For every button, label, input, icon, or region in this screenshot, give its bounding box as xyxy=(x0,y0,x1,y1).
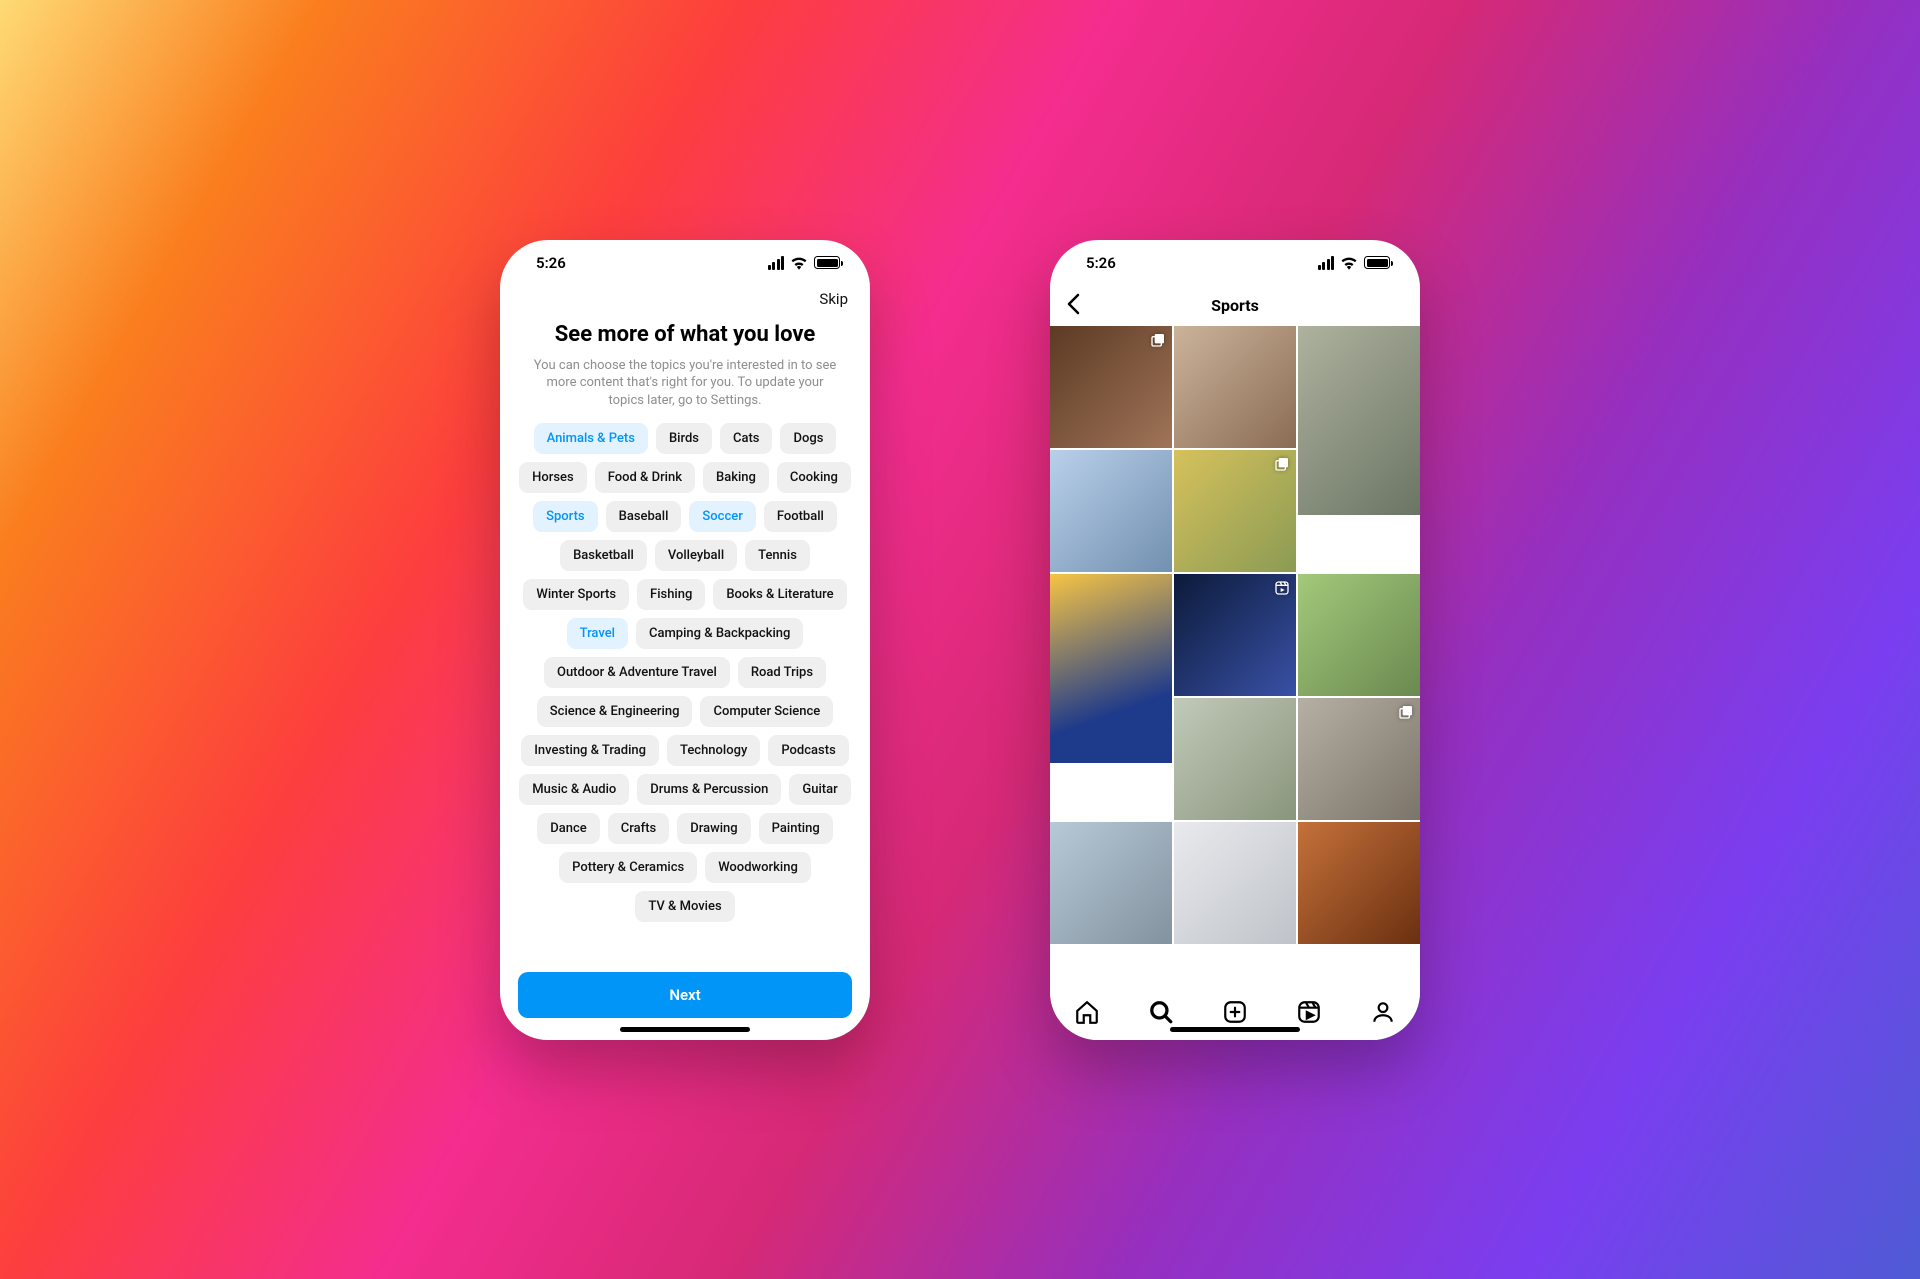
explore-tile-trophy-blue[interactable] xyxy=(1174,574,1296,696)
topic-chip[interactable]: Basketball xyxy=(560,540,647,571)
home-indicator xyxy=(620,1027,750,1032)
topic-chip[interactable]: Books & Literature xyxy=(713,579,846,610)
topic-chip[interactable]: Guitar xyxy=(789,774,850,805)
page-subtitle: You can choose the topics you're interes… xyxy=(530,357,840,410)
phone-sports-feed: 5:26 Sports xyxy=(1050,240,1420,1040)
topic-chip[interactable]: Drawing xyxy=(677,813,750,844)
explore-tile-stretch-building[interactable] xyxy=(1298,326,1420,515)
topic-chip[interactable]: Investing & Trading xyxy=(521,735,659,766)
topic-chip[interactable]: Dogs xyxy=(780,423,836,454)
tab-create[interactable] xyxy=(1222,999,1248,1025)
explore-tile-skateboard-brick[interactable] xyxy=(1174,326,1296,448)
topic-chip[interactable]: Football xyxy=(764,501,837,532)
topic-chip[interactable]: Camping & Backpacking xyxy=(636,618,803,649)
topic-chip[interactable]: Fishing xyxy=(637,579,705,610)
explore-tile-leap-trees[interactable] xyxy=(1298,698,1420,820)
feed-header: Sports xyxy=(1050,286,1420,326)
explore-tile-drive-basketball[interactable] xyxy=(1174,698,1296,820)
wifi-icon xyxy=(1340,256,1358,270)
topic-chip[interactable]: Podcasts xyxy=(768,735,848,766)
status-bar: 5:26 xyxy=(1050,240,1420,286)
wifi-icon xyxy=(790,256,808,270)
page-title: See more of what you love xyxy=(518,322,852,347)
feed-title: Sports xyxy=(1211,296,1259,315)
topic-chip[interactable]: Science & Engineering xyxy=(537,696,693,727)
status-indicators xyxy=(768,256,841,270)
carousel-icon xyxy=(1398,704,1414,724)
topic-chip[interactable]: Winter Sports xyxy=(523,579,629,610)
topic-chip[interactable]: Baking xyxy=(703,462,769,493)
tab-reels[interactable] xyxy=(1296,999,1322,1025)
topic-chips: Animals & Pets Birds CatsDogs Horses Food & … xyxy=(518,423,852,922)
topic-chip[interactable]: Food & Drink xyxy=(595,462,695,493)
battery-icon xyxy=(814,256,840,269)
reel-icon xyxy=(1274,580,1290,600)
topic-chip[interactable]: Crafts xyxy=(608,813,669,844)
signal-icon xyxy=(768,256,785,270)
explore-tile-grass-yellow[interactable] xyxy=(1174,450,1296,572)
topic-chip[interactable]: Dance xyxy=(537,813,599,844)
topic-chip[interactable]: Painting xyxy=(759,813,833,844)
topic-chip[interactable]: Woodworking xyxy=(705,852,811,883)
topic-chip[interactable]: Tennis xyxy=(745,540,810,571)
topic-chip[interactable]: Sports xyxy=(533,501,598,532)
explore-grid xyxy=(1050,326,1420,944)
status-bar: 5:26 xyxy=(500,240,870,286)
explore-tile-soccer-juggle[interactable] xyxy=(1050,574,1172,763)
topic-chip[interactable]: Music & Audio xyxy=(519,774,629,805)
battery-icon xyxy=(1364,256,1390,269)
carousel-icon xyxy=(1274,456,1290,476)
topic-chip[interactable]: Drums & Percussion xyxy=(637,774,781,805)
topic-chip[interactable]: Pottery & Ceramics xyxy=(559,852,697,883)
signal-icon xyxy=(1318,256,1335,270)
explore-tile-portrait-denim[interactable] xyxy=(1050,326,1172,448)
chevron-left-icon xyxy=(1066,293,1080,315)
topic-chip[interactable]: Volleyball xyxy=(655,540,737,571)
back-button[interactable] xyxy=(1066,293,1080,319)
status-time: 5:26 xyxy=(536,254,566,272)
phone-topic-picker: 5:26 Skip See more of what you love You … xyxy=(500,240,870,1040)
topic-chip[interactable]: Cats xyxy=(720,423,773,454)
carousel-icon xyxy=(1150,332,1166,352)
explore-tile-street-skate[interactable] xyxy=(1050,450,1172,572)
explore-tile-basketball-hand[interactable] xyxy=(1298,822,1420,944)
explore-tile-bike-blue[interactable] xyxy=(1050,822,1172,944)
topic-chip[interactable]: Outdoor & Adventure Travel xyxy=(544,657,730,688)
topic-chip[interactable]: Birds xyxy=(656,423,712,454)
status-time: 5:26 xyxy=(1086,254,1116,272)
tab-search[interactable] xyxy=(1148,999,1174,1025)
explore-tile-park-green[interactable] xyxy=(1298,574,1420,696)
tab-home[interactable] xyxy=(1074,999,1100,1025)
topic-chip[interactable]: Computer Science xyxy=(700,696,833,727)
topic-chip[interactable]: Cooking xyxy=(777,462,851,493)
home-indicator xyxy=(1170,1027,1300,1032)
topic-chip[interactable]: Horses xyxy=(519,462,587,493)
topic-chip[interactable]: Technology xyxy=(667,735,760,766)
topic-chip[interactable]: Travel xyxy=(567,618,628,649)
topic-chip[interactable]: Baseball xyxy=(606,501,682,532)
topic-chip[interactable]: Animals & Pets xyxy=(534,423,648,454)
tab-profile[interactable] xyxy=(1370,999,1396,1025)
status-indicators xyxy=(1318,256,1391,270)
topic-chip[interactable]: Soccer xyxy=(689,501,755,532)
topic-chip[interactable]: TV & Movies xyxy=(635,891,734,922)
topic-chip[interactable]: Road Trips xyxy=(738,657,826,688)
next-button[interactable]: Next xyxy=(518,972,852,1018)
skip-button[interactable]: Skip xyxy=(819,290,848,308)
explore-tile-skate-legs[interactable] xyxy=(1174,822,1296,944)
